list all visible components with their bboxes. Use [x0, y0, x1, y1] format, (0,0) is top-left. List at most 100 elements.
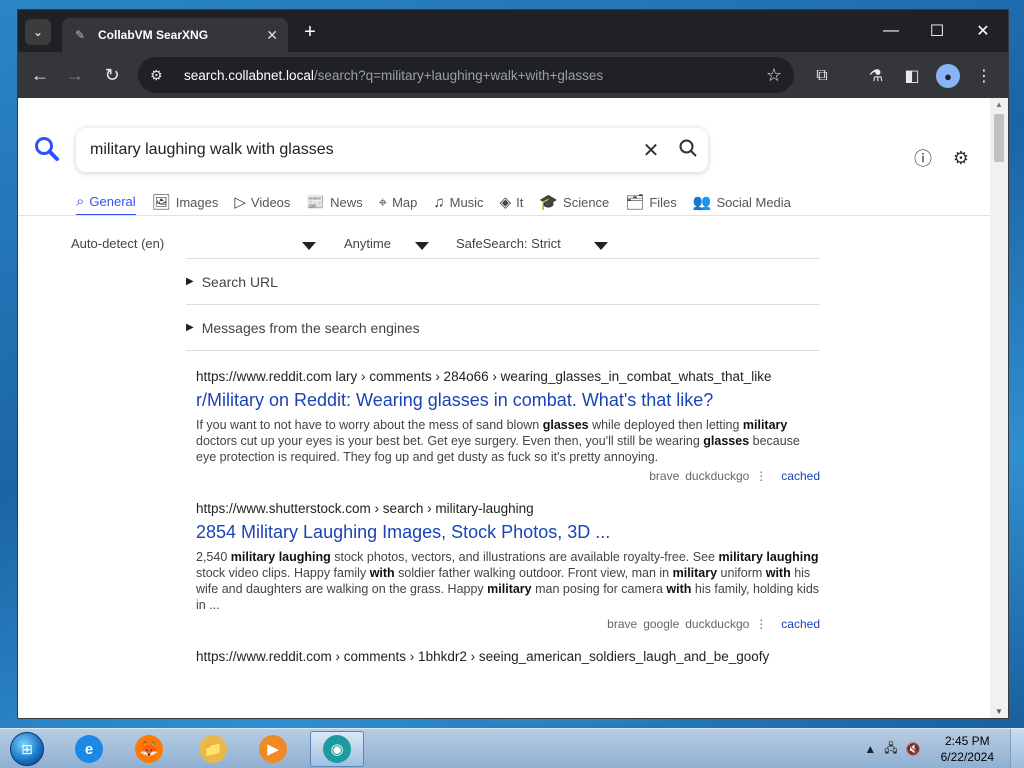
result-item: https://www.reddit.com › comments › 1bhk…	[186, 631, 820, 664]
url-path: /search?q=military+laughing+walk+with+gl…	[313, 67, 604, 83]
scroll-up-icon[interactable]: ▲	[995, 100, 1003, 109]
browser-toolbar: ← → ↻ ⚙ search.collabnet.local/search?q=…	[18, 52, 1008, 98]
menu-kebab-icon[interactable]: ⋮	[972, 64, 996, 88]
result-url[interactable]: https://www.reddit.com › comments › 1bhk…	[196, 649, 820, 664]
address-bar[interactable]: ⚙ search.collabnet.local/search?q=milita…	[138, 57, 794, 93]
tab-it[interactable]: ◈ It	[500, 188, 524, 216]
search-box[interactable]: military laughing walk with glasses ✕	[76, 128, 708, 172]
play-icon: ▷	[234, 194, 246, 211]
tab-label: Videos	[250, 194, 291, 210]
extensions-icon[interactable]: ⧉	[810, 64, 834, 88]
engine-name: brave	[607, 617, 638, 631]
show-desktop-button[interactable]	[1010, 729, 1024, 768]
volume-muted-icon[interactable]: 🔇	[906, 742, 921, 756]
arrow-left-icon: ←	[31, 64, 49, 85]
searxng-logo-icon[interactable]	[34, 136, 60, 169]
site-info-icon[interactable]: ⚙	[150, 67, 172, 84]
taskbar-explorer[interactable]: 📁	[186, 731, 240, 767]
scroll-thumb[interactable]	[994, 114, 1004, 162]
tab-label: General	[89, 193, 136, 209]
tab-label: Social Media	[716, 194, 791, 210]
more-vertical-icon: ⋮	[755, 469, 768, 483]
safesearch-dropdown-arrow-icon[interactable]	[594, 242, 608, 250]
search-submit-icon[interactable]	[668, 139, 708, 162]
cached-link[interactable]: cached	[781, 469, 820, 483]
taskbar-firefox[interactable]: 🦊	[122, 731, 176, 767]
clock-date: 6/22/2024	[940, 750, 994, 764]
category-tabs: ⌕ General 🖼 Images ▷ Videos 📰 News ⌖ Map ♫ Music ◈ It…	[76, 188, 807, 218]
search-input[interactable]: military laughing walk with glasses	[90, 141, 634, 159]
maximize-button[interactable]: ☐	[922, 18, 952, 44]
result-title-link[interactable]: r/Military on Reddit: Wearing glasses in…	[196, 390, 820, 411]
language-dropdown-arrow-icon[interactable]	[302, 242, 316, 250]
result-title-link[interactable]: 2854 Military Laughing Images, Stock Pho…	[196, 522, 820, 543]
result-url[interactable]: https://www.reddit.com lary › comments ›…	[196, 369, 820, 384]
arrow-right-icon: →	[66, 64, 84, 85]
header-divider	[18, 215, 990, 216]
minimize-icon: —	[883, 22, 899, 39]
tab-close-icon[interactable]: ✕	[266, 27, 278, 44]
safesearch-select[interactable]: SafeSearch: Strict	[456, 236, 561, 251]
search-icon: ⌕	[76, 192, 85, 210]
side-panel-icon[interactable]: ◧	[900, 64, 924, 88]
reload-button[interactable]: ↻	[99, 62, 125, 88]
tab-science[interactable]: 🎓 Science	[539, 188, 609, 216]
bookmark-star-icon[interactable]: ☆	[766, 65, 782, 86]
taskbar-edge-chromium[interactable]: ◉	[310, 731, 364, 767]
network-icon[interactable]: 🖧	[884, 739, 897, 760]
time-range-select[interactable]: Anytime	[344, 236, 391, 251]
reload-icon: ↻	[104, 64, 120, 85]
result-item: https://www.reddit.com lary › comments ›…	[186, 351, 820, 483]
tab-label: It	[516, 194, 524, 210]
tab-social-media[interactable]: 👥 Social Media	[693, 188, 791, 216]
info-icon[interactable]: ⓘ	[911, 146, 935, 170]
tab-label: Music	[449, 194, 484, 210]
tab-map[interactable]: ⌖ Map	[379, 188, 418, 216]
profile-avatar-icon[interactable]: ●	[936, 64, 960, 88]
tab-files[interactable]: 🗂 Files	[625, 188, 677, 216]
tray-expand-icon[interactable]: ▲	[864, 742, 876, 756]
clear-search-icon[interactable]: ✕	[634, 138, 668, 163]
scroll-down-icon[interactable]: ▼	[995, 707, 1003, 716]
people-icon: 👥	[692, 194, 712, 211]
maximize-icon: ☐	[929, 23, 945, 40]
close-window-button[interactable]: ✕	[968, 18, 998, 44]
engine-messages-label: Messages from the search engines	[201, 319, 420, 336]
new-tab-button[interactable]: +	[298, 20, 322, 44]
files-icon: 🗂	[625, 194, 645, 211]
tab-images[interactable]: 🖼 Images	[152, 188, 219, 216]
forward-button[interactable]: →	[62, 62, 88, 88]
explorer-icon: 📁	[199, 735, 227, 763]
search-url-label: Search URL	[201, 273, 278, 290]
layers-icon: ◈	[499, 194, 512, 211]
firefox-icon: 🦊	[135, 735, 163, 763]
start-button[interactable]: ⊞	[6, 729, 48, 768]
tab-general[interactable]: ⌕ General	[76, 188, 136, 216]
taskbar-media-player[interactable]: ▶	[246, 731, 300, 767]
tab-news[interactable]: 📰 News	[306, 188, 362, 216]
cached-link[interactable]: cached	[781, 617, 820, 631]
page-scrollbar[interactable]: ▲ ▼	[990, 98, 1008, 718]
clock[interactable]: 2:45 PM 6/22/2024	[941, 733, 994, 765]
settings-gear-icon[interactable]: ⚙	[949, 146, 973, 170]
browser-window: ⌄ ✎ CollabVM SearXNG ✕ + — ☐ ✕ ← → ↻ ⚙ s…	[18, 10, 1008, 718]
edge-chromium-icon: ◉	[323, 735, 351, 763]
search-results-page: military laughing walk with glasses ✕ ⓘ …	[18, 98, 1008, 718]
results-list: ▶ Search URL ▶ Messages from the search …	[186, 258, 820, 664]
labs-flask-icon[interactable]: ⚗	[864, 64, 888, 88]
language-select[interactable]: Auto-detect (en)	[71, 236, 164, 251]
tab-music[interactable]: ♫ Music	[433, 188, 483, 216]
tab-videos[interactable]: ▷ Videos	[234, 188, 290, 216]
back-button[interactable]: ←	[27, 62, 53, 88]
tab-label: News	[330, 194, 363, 210]
internet-explorer-icon: e	[75, 735, 103, 763]
minimize-button[interactable]: —	[876, 18, 906, 44]
time-dropdown-arrow-icon[interactable]	[415, 242, 429, 250]
browser-tab[interactable]: ✎ CollabVM SearXNG ✕	[62, 18, 288, 52]
tab-search-button[interactable]: ⌄	[25, 19, 51, 45]
engine-messages-toggle[interactable]: ▶ Messages from the search engines	[186, 305, 820, 350]
search-url-toggle[interactable]: ▶ Search URL	[186, 259, 820, 304]
taskbar-internet-explorer[interactable]: e	[62, 731, 116, 767]
engine-name: google	[643, 617, 680, 631]
result-url[interactable]: https://www.shutterstock.com › search › …	[196, 501, 820, 516]
